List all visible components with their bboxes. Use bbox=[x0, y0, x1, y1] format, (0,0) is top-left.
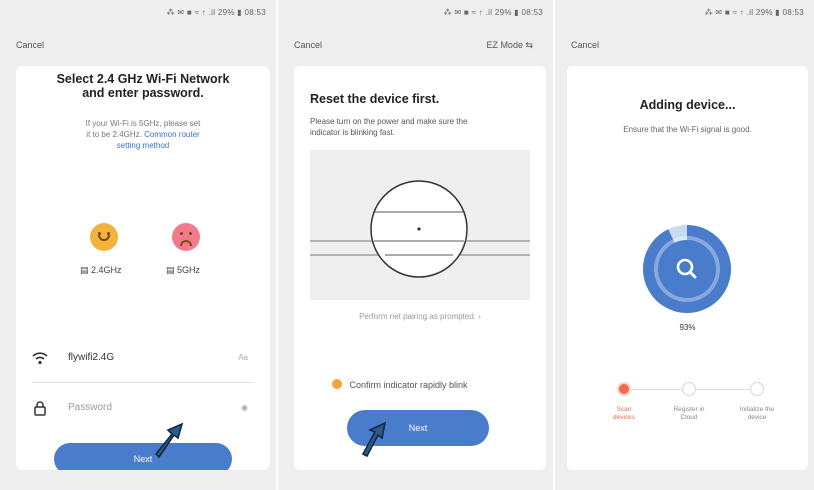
pointing-hand-icon bbox=[361, 421, 387, 458]
step-dot bbox=[682, 382, 696, 396]
router-setting-link-line2[interactable]: setting method bbox=[16, 140, 270, 151]
screen-wifi-select: ⁂ ✉ ■ ≈ ↑ .il 29% ▮ 08:53 Cancel Select … bbox=[0, 0, 276, 490]
step-label-scan: Scan devices bbox=[612, 406, 636, 421]
step-dot bbox=[750, 382, 764, 396]
confirm-label: Confirm indicator rapidly blink bbox=[349, 380, 468, 390]
checkbox-checked-icon bbox=[332, 379, 342, 389]
status-bar: ⁂ ✉ ■ ≈ ↑ .il 29% ▮ 08:53 bbox=[704, 8, 804, 17]
progress-ring bbox=[643, 225, 732, 313]
pointing-hand-icon bbox=[154, 422, 184, 459]
topbar: Cancel bbox=[555, 40, 814, 54]
progress-percent: 93% bbox=[679, 323, 696, 332]
search-icon-background bbox=[658, 240, 716, 298]
step-label-initialize: Initialize the device bbox=[739, 406, 775, 421]
step-dot-active bbox=[617, 382, 631, 396]
switch-network-icon[interactable]: Aa bbox=[238, 353, 248, 362]
reset-description: Please turn on the power and make sure t… bbox=[310, 117, 468, 137]
page-title: Select 2.4 GHz Wi-Fi Network and enter p… bbox=[56, 72, 230, 100]
screen-reset-device: ⁂ ✉ ■ ≈ ↑ .il 29% ▮ 08:53 Cancel EZ Mode… bbox=[278, 0, 553, 490]
password-field[interactable]: Password ◉ bbox=[16, 393, 270, 423]
lock-icon bbox=[34, 401, 46, 416]
screen-adding-device: ⁂ ✉ ■ ≈ ↑ .il 29% ▮ 08:53 Cancel Adding … bbox=[555, 0, 814, 490]
router-icon: ▤ bbox=[80, 265, 89, 275]
happy-face-icon bbox=[90, 223, 118, 251]
status-bar: ⁂ ✉ ■ ≈ ↑ .il 29% ▮ 08:53 bbox=[443, 8, 543, 17]
pairing-prompt-link[interactable]: Perform net pairing as prompted. › bbox=[294, 312, 546, 321]
cancel-button[interactable]: Cancel bbox=[571, 40, 599, 50]
reset-card: Reset the device first. Please turn on t… bbox=[294, 66, 546, 470]
adding-card: Adding device... Ensure that the Wi-Fi s… bbox=[567, 66, 808, 470]
router-setting-link[interactable]: Common router bbox=[144, 130, 200, 139]
signal-hint: Ensure that the Wi-Fi signal is good. bbox=[623, 125, 752, 134]
wifi-icon bbox=[32, 352, 48, 365]
device-image bbox=[310, 180, 530, 278]
page-title: Adding device... bbox=[639, 98, 736, 112]
step-label-register: Register in Cloud bbox=[673, 406, 705, 421]
next-button[interactable]: Next bbox=[54, 443, 232, 470]
eye-icon[interactable]: ◉ bbox=[241, 403, 248, 412]
cancel-button[interactable]: Cancel bbox=[294, 40, 322, 50]
router-icon: ▤ bbox=[166, 265, 175, 275]
ez-mode-button[interactable]: EZ Mode ⇆ bbox=[486, 40, 533, 51]
sad-face-icon bbox=[172, 223, 200, 251]
router-24ghz-label: ▤ 2.4GHz bbox=[80, 265, 122, 275]
wifi-name-field[interactable]: flywifi2.4G Aa bbox=[16, 343, 270, 373]
cancel-button[interactable]: Cancel bbox=[16, 40, 44, 50]
topbar: Cancel EZ Mode ⇆ bbox=[278, 40, 553, 54]
confirm-checkbox[interactable]: Confirm indicator rapidly blink bbox=[332, 379, 468, 390]
page-title: Reset the device first. bbox=[310, 92, 440, 106]
wifi-card: Select 2.4 GHz Wi-Fi Network and enter p… bbox=[16, 66, 270, 470]
wifi-name-value: flywifi2.4G bbox=[68, 352, 115, 363]
frequency-hint: If your Wi-Fi is 5GHz, please set it to … bbox=[16, 118, 270, 151]
status-bar: ⁂ ✉ ■ ≈ ↑ .il 29% ▮ 08:53 bbox=[166, 8, 266, 17]
password-input[interactable]: Password bbox=[68, 402, 112, 413]
topbar: Cancel bbox=[0, 40, 276, 54]
router-5ghz-label: ▤ 5GHz bbox=[166, 265, 201, 275]
device-illustration bbox=[310, 150, 530, 300]
divider bbox=[32, 382, 254, 383]
